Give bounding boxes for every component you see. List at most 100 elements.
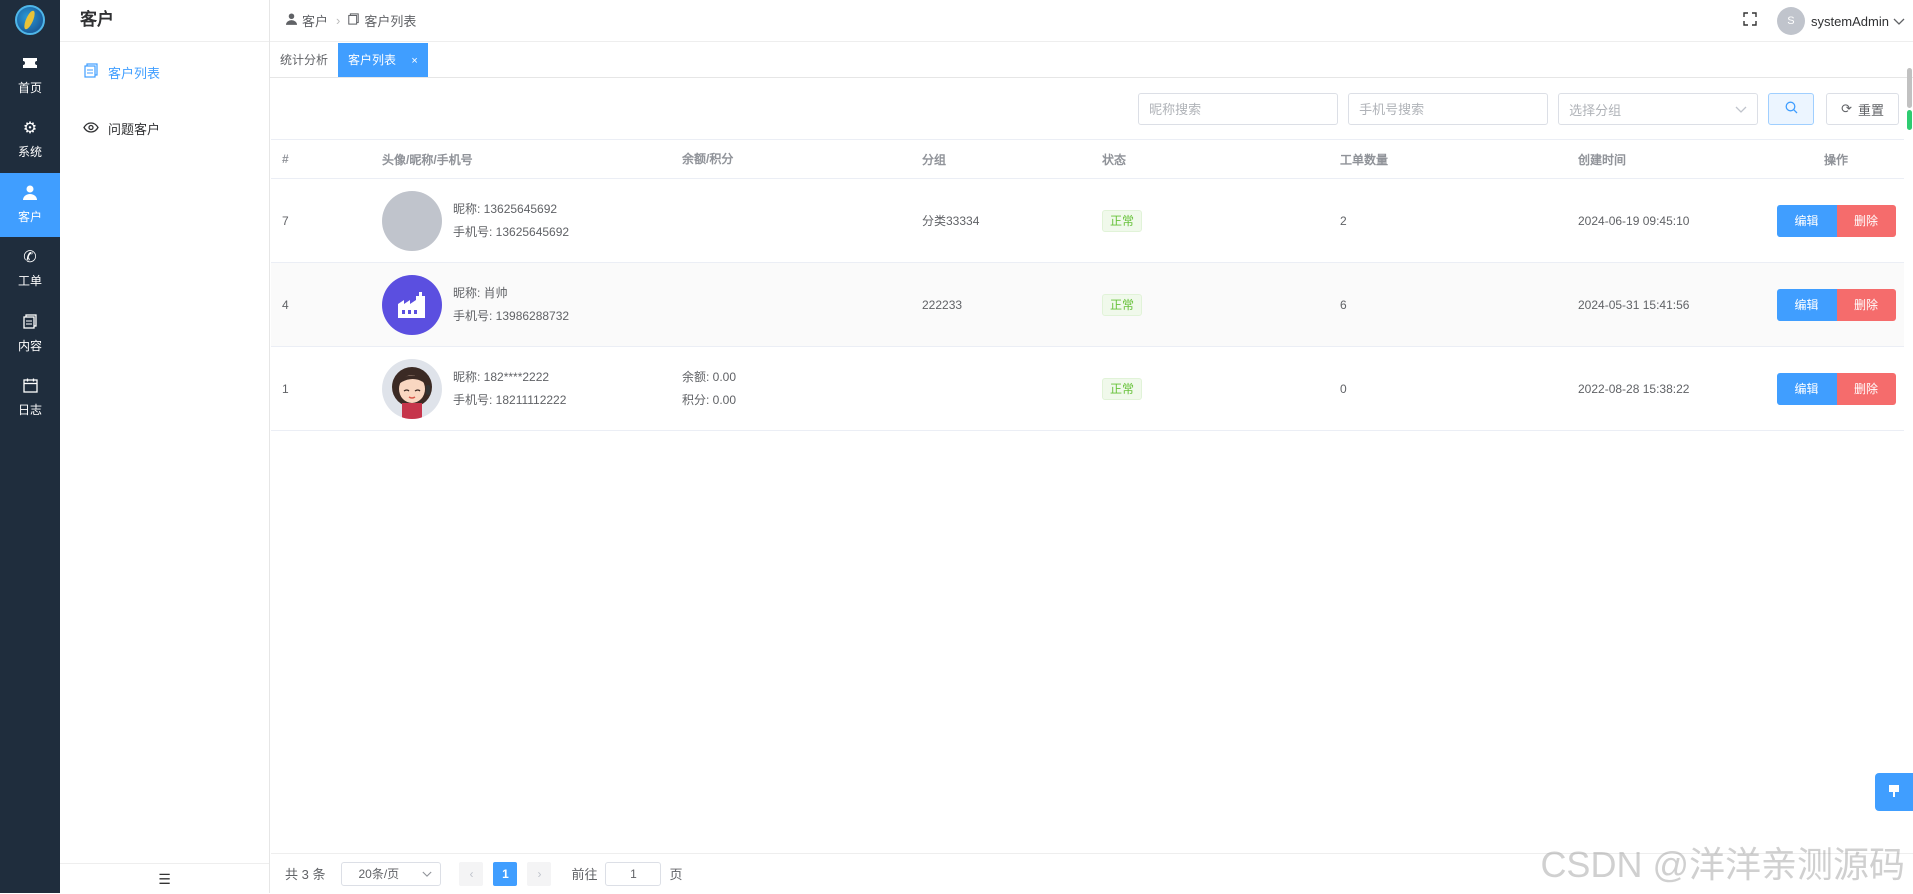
- table-row: 1 昵称: 182****2222 手机号: 18211112222 余额: 0…: [271, 347, 1904, 431]
- column-header-user: 头像/昵称/手机号: [382, 152, 473, 167]
- search-button[interactable]: [1768, 93, 1815, 125]
- rail-item-customer[interactable]: 客户: [0, 173, 60, 237]
- phone-search-field: [1348, 93, 1549, 125]
- cell-id: 4: [282, 297, 289, 312]
- factory-icon: [398, 291, 425, 318]
- rail-item-label: 日志: [17, 403, 42, 417]
- customer-table: # 头像/昵称/手机号 余额/积分 分组 状态 工单数量 创建时间 操作 7 昵…: [271, 139, 1904, 431]
- app-logo[interactable]: [0, 0, 60, 40]
- brush-icon: [1887, 784, 1901, 801]
- sidebar-item-customer-list[interactable]: 客户列表: [60, 44, 269, 100]
- edit-button[interactable]: 编辑: [1776, 288, 1837, 321]
- cell-group: 222233: [922, 297, 963, 312]
- search-icon: [1785, 101, 1798, 117]
- chevron-left-icon: ‹: [469, 866, 474, 881]
- chevron-down-icon: [422, 867, 433, 881]
- tabs-bar: 统计分析 客户列表 ×: [270, 43, 1913, 78]
- avatar: [382, 274, 442, 335]
- delete-button[interactable]: 删除: [1836, 372, 1896, 405]
- nickname-search-input[interactable]: [1149, 101, 1328, 117]
- cell-phone: 手机号: 13625645692: [453, 224, 570, 239]
- phone-icon: ✆: [23, 249, 37, 266]
- rail-item-system[interactable]: ⚙ 系统: [0, 108, 60, 172]
- page-number-current[interactable]: 1: [493, 861, 518, 886]
- tab-statistics[interactable]: 统计分析: [270, 43, 338, 77]
- cell-created: 2022-08-28 15:38:22: [1578, 381, 1690, 396]
- ticket-icon: [22, 56, 38, 76]
- edit-button[interactable]: 编辑: [1776, 372, 1837, 405]
- cell-actions: 编辑 删除: [1757, 288, 1904, 321]
- sidebar-item-label: 问题客户: [108, 121, 161, 137]
- cell-created: 2024-06-19 09:45:10: [1578, 213, 1690, 228]
- scrollbar[interactable]: [1906, 68, 1913, 130]
- calendar-icon: [22, 378, 38, 398]
- goto-suffix: 页: [669, 867, 683, 882]
- fullscreen-icon[interactable]: [1743, 12, 1757, 30]
- floating-action-button[interactable]: [1875, 773, 1913, 811]
- column-header-created: 创建时间: [1578, 152, 1627, 167]
- table-row: 4 昵称: 肖帅 手机号: 13986288732 222233 正常 6 20…: [271, 263, 1904, 347]
- column-header-group: 分组: [922, 152, 947, 167]
- sidebar-collapse-button[interactable]: ☰: [60, 863, 269, 893]
- cell-actions: 编辑 删除: [1757, 204, 1904, 237]
- column-header-status: 状态: [1102, 152, 1127, 167]
- column-header-tickets: 工单数量: [1340, 152, 1389, 167]
- chevron-down-icon: [1735, 102, 1747, 117]
- reset-label: 重置: [1857, 102, 1884, 118]
- rail-item-label: 系统: [17, 145, 42, 159]
- phone-search-input[interactable]: [1359, 101, 1538, 117]
- gear-icon: ⚙: [22, 120, 38, 137]
- top-header: 客户 › 客户列表 S systemAdmin: [270, 0, 1913, 42]
- page-size-value: 20条/页: [358, 867, 400, 881]
- tab-customer-list[interactable]: 客户列表 ×: [338, 43, 428, 77]
- page-size-select[interactable]: 20条/页: [341, 861, 442, 886]
- cell-user: 昵称: 13625645692 手机号: 13625645692: [371, 190, 671, 251]
- cell-nickname: 昵称: 182****2222: [453, 369, 550, 384]
- delete-button[interactable]: 删除: [1836, 204, 1896, 237]
- refresh-icon: ⟳: [1841, 101, 1852, 116]
- group-select-placeholder: 选择分组: [1569, 102, 1622, 118]
- search-bar: 选择分组 ⟳ 重置: [1138, 93, 1899, 125]
- user-name[interactable]: systemAdmin: [1811, 14, 1889, 29]
- user-icon: [286, 13, 297, 28]
- prev-page-button[interactable]: ‹: [459, 861, 484, 886]
- header-right: S systemAdmin: [1743, 0, 1905, 42]
- cell-status: 正常: [1091, 293, 1329, 316]
- reset-button[interactable]: ⟳ 重置: [1826, 93, 1899, 125]
- cell-user: 昵称: 肖帅 手机号: 13986288732: [371, 274, 671, 335]
- breadcrumb: 客户 › 客户列表: [270, 11, 416, 30]
- table-header: # 头像/昵称/手机号 余额/积分 分组 状态 工单数量 创建时间 操作: [271, 139, 1904, 179]
- sidebar-item-label: 客户列表: [108, 65, 161, 81]
- sidebar-title: 客户: [60, 0, 269, 42]
- cell-status: 正常: [1091, 377, 1329, 400]
- column-header-actions: 操作: [1823, 152, 1848, 167]
- rail-item-home[interactable]: 首页: [0, 44, 60, 108]
- breadcrumb-item[interactable]: 客户: [302, 11, 328, 30]
- chevron-right-icon: ›: [537, 866, 542, 881]
- rail-item-label: 内容: [17, 339, 42, 353]
- cell-tickets: 2: [1340, 213, 1347, 228]
- rail-item-ticket[interactable]: ✆ 工单: [0, 237, 60, 301]
- pagination-total: 共 3 条: [285, 867, 326, 882]
- next-page-button[interactable]: ›: [527, 861, 552, 886]
- cell-phone: 手机号: 18211112222: [453, 392, 567, 407]
- chevron-right-icon: ›: [336, 13, 341, 28]
- status-badge: 正常: [1102, 293, 1143, 316]
- rail-item-label: 客户: [17, 210, 42, 224]
- chevron-down-icon[interactable]: [1893, 14, 1905, 29]
- avatar[interactable]: S: [1776, 7, 1805, 35]
- rail-item-content[interactable]: 内容: [0, 302, 60, 366]
- delete-button[interactable]: 删除: [1836, 288, 1896, 321]
- cell-points-value: 积分: 0.00: [682, 392, 737, 407]
- cell-actions: 编辑 删除: [1757, 372, 1904, 405]
- status-badge: 正常: [1102, 209, 1143, 232]
- rail-item-label: 工单: [17, 274, 42, 288]
- secondary-sidebar: 客户 客户列表 问题客户 ☰: [60, 0, 270, 893]
- edit-button[interactable]: 编辑: [1776, 204, 1837, 237]
- close-icon[interactable]: ×: [411, 55, 417, 67]
- sidebar-item-problem-customer[interactable]: 问题客户: [60, 100, 269, 156]
- goto-page-input[interactable]: 1: [605, 861, 662, 886]
- group-select[interactable]: 选择分组: [1558, 93, 1759, 125]
- tab-label: 客户列表: [348, 53, 397, 67]
- rail-item-log[interactable]: 日志: [0, 366, 60, 430]
